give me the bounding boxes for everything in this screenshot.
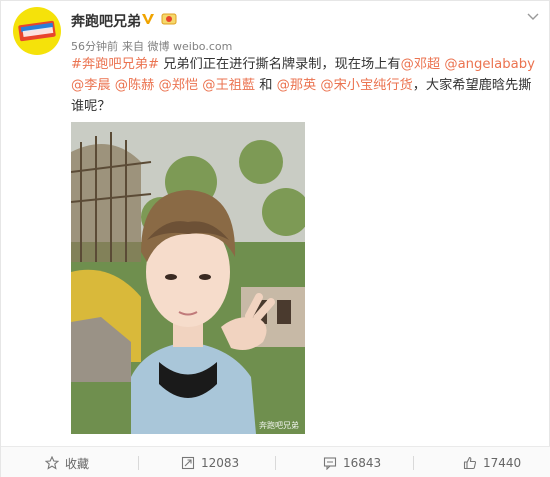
verified-v-icon	[142, 14, 154, 24]
favorite-label: 收藏	[65, 456, 90, 471]
mention-link[interactable]: @王祖藍	[202, 78, 255, 93]
favorite-button[interactable]: 收藏	[45, 447, 89, 477]
star-icon	[45, 456, 59, 470]
like-button[interactable]: 17440	[463, 447, 521, 477]
repost-count: 12083	[201, 456, 240, 470]
comment-count: 16843	[343, 456, 382, 470]
comment-icon	[323, 457, 337, 470]
thumbs-up-icon	[463, 456, 477, 470]
divider	[275, 456, 276, 470]
medal-icon	[161, 13, 177, 25]
avatar[interactable]	[13, 7, 61, 55]
photo-watermark: 奔跑吧兄弟	[259, 421, 299, 430]
repost-button[interactable]: 12083	[181, 447, 239, 477]
post-time[interactable]: 56分钟前	[71, 40, 118, 53]
post-photo[interactable]: 奔跑吧兄弟	[71, 122, 305, 434]
topic-link[interactable]: #奔跑吧兄弟#	[71, 57, 159, 72]
divider	[413, 456, 414, 470]
divider	[138, 456, 139, 470]
mention-link[interactable]: @陈赫	[115, 78, 155, 93]
post-content: #奔跑吧兄弟# 兄弟们正在进行撕名牌录制，现在场上有@邓超 @angelabab…	[71, 54, 543, 117]
post-text-segment: 兄弟们正在进行撕名牌录制，现在场上有	[159, 57, 401, 72]
mention-link[interactable]: @李晨	[71, 78, 111, 93]
mention-link[interactable]: @宋小宝纯行货	[320, 78, 412, 93]
like-count: 17440	[483, 456, 522, 470]
weibo-post-card: 奔跑吧兄弟 56分钟前 来自 微博 weibo.com #奔跑吧兄弟# 兄弟们正在…	[0, 0, 550, 477]
photo-illustration	[71, 122, 305, 434]
mention-link[interactable]: @郑恺	[159, 78, 199, 93]
mention-link[interactable]: @邓超	[401, 57, 441, 72]
mention-link[interactable]: @angelababy	[444, 57, 534, 72]
post-text-segment: 和	[255, 78, 277, 93]
post-source[interactable]: 来自 微博 weibo.com	[122, 40, 232, 53]
action-bar: 收藏 12083 16843 17440	[1, 446, 550, 477]
post-meta: 56分钟前 来自 微博 weibo.com	[71, 38, 236, 54]
chevron-down-icon[interactable]	[527, 12, 539, 22]
mention-link[interactable]: @那英	[277, 78, 317, 93]
author-name[interactable]: 奔跑吧兄弟	[71, 11, 141, 31]
comment-button[interactable]: 16843	[323, 447, 381, 477]
repost-icon	[181, 456, 195, 470]
